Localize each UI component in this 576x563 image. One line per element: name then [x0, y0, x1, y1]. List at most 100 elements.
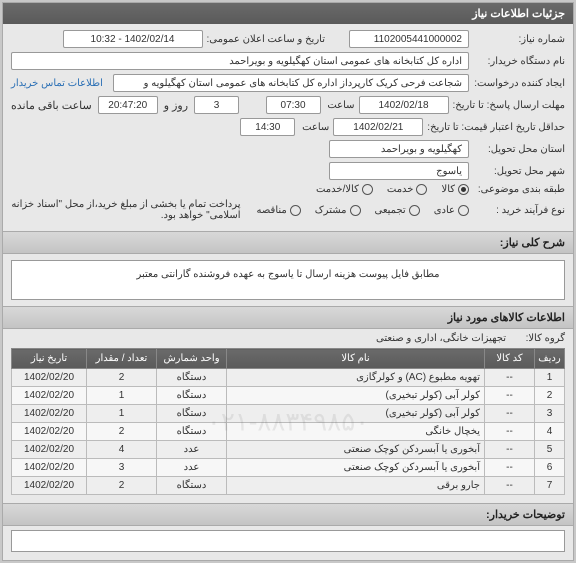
process-option[interactable]: عادی — [434, 205, 469, 216]
grouping-option[interactable]: کالا/خدمت — [316, 184, 373, 195]
cell: -- — [485, 441, 535, 459]
cell: 2 — [535, 387, 565, 405]
notes-box[interactable] — [11, 530, 565, 552]
field-req-no: 1102005441000002 — [349, 30, 469, 48]
table-row: 5--آبخوری یا آبسردکن کوچک صنعتیعدد41402/… — [12, 441, 565, 459]
radio-icon[interactable] — [416, 184, 427, 195]
cell: 1402/02/20 — [12, 405, 87, 423]
cell: -- — [485, 477, 535, 495]
process-radios: عادی تجمیعی مشترک مناقصه — [257, 205, 470, 216]
label-validity: حداقل تاریخ اعتبار قیمت: تا تاریخ: — [427, 122, 565, 133]
cell: 1 — [87, 405, 157, 423]
countdown-days: 3 — [194, 96, 239, 114]
label-creator: ایجاد کننده درخواست: — [473, 78, 565, 89]
cell: دستگاه — [157, 369, 227, 387]
radio-label: مناقصه — [257, 205, 287, 216]
items-table: ردیفکد کالانام کالاواحد شمارشتعداد / مقد… — [11, 348, 565, 495]
cell: -- — [485, 423, 535, 441]
table-row: 4--یخچال خانگیدستگاه21402/02/20 — [12, 423, 565, 441]
radio-icon[interactable] — [350, 205, 361, 216]
field-creator: شجاعت فرحی کریک کارپرداز اداره کل کتابخا… — [113, 74, 469, 92]
radio-icon[interactable] — [458, 184, 469, 195]
cell: 4 — [87, 441, 157, 459]
label-city: شهر محل تحویل: — [473, 166, 565, 177]
label-process: نوع فرآیند خرید : — [473, 205, 565, 216]
cell: دستگاه — [157, 387, 227, 405]
col-header: تاریخ نیاز — [12, 349, 87, 369]
process-option[interactable]: مناقصه — [257, 205, 301, 216]
label-group: گروه کالا: — [510, 333, 565, 344]
label-day-and: روز و — [164, 99, 188, 112]
cell: 2 — [87, 477, 157, 495]
cell: 1402/02/20 — [12, 441, 87, 459]
cell: یخچال خانگی — [227, 423, 485, 441]
label-province: استان محل تحویل: — [473, 144, 565, 155]
radio-icon[interactable] — [290, 205, 301, 216]
radio-icon[interactable] — [362, 184, 373, 195]
label-grouping: طبقه بندی موضوعی: — [473, 184, 565, 195]
process-option[interactable]: تجمیعی — [375, 205, 420, 216]
field-validity-date: 1402/02/21 — [333, 118, 423, 136]
label-publish: تاریخ و ساعت اعلان عمومی: — [207, 34, 326, 45]
cell: 3 — [87, 459, 157, 477]
cell: -- — [485, 369, 535, 387]
col-header: واحد شمارش — [157, 349, 227, 369]
cell: عدد — [157, 441, 227, 459]
panel-title: جزئیات اطلاعات نیاز — [3, 3, 573, 24]
pay-note: پرداخت تمام یا بخشی از مبلغ خرید،از محل … — [11, 199, 241, 221]
field-deadline-time: 07:30 — [266, 96, 321, 114]
details-panel: جزئیات اطلاعات نیاز شماره نیاز: 11020054… — [2, 2, 574, 561]
radio-label: عادی — [434, 205, 455, 216]
cell: 1402/02/20 — [12, 387, 87, 405]
radio-label: تجمیعی — [375, 205, 406, 216]
contact-link[interactable]: اطلاعات تماس خریدار — [11, 78, 103, 89]
form-body: شماره نیاز: 1102005441000002 تاریخ و ساع… — [3, 24, 573, 231]
cell: 1 — [87, 387, 157, 405]
cell: 4 — [535, 423, 565, 441]
radio-label: خدمت — [387, 184, 414, 195]
cell: 7 — [535, 477, 565, 495]
cell: عدد — [157, 459, 227, 477]
field-org: اداره کل کتابخانه های عمومی استان کهگیلو… — [11, 52, 469, 70]
section-desc-title: شرح کلی نیاز: — [3, 231, 573, 254]
col-header: کد کالا — [485, 349, 535, 369]
cell: 2 — [87, 423, 157, 441]
radio-icon[interactable] — [458, 205, 469, 216]
cell: جارو برقی — [227, 477, 485, 495]
field-validity-time: 14:30 — [240, 118, 295, 136]
cell: آبخوری یا آبسردکن کوچک صنعتی — [227, 441, 485, 459]
cell: 6 — [535, 459, 565, 477]
label-deadline: مهلت ارسال پاسخ: تا تاریخ: — [453, 100, 565, 111]
desc-box: مطابق فایل پیوست هزینه ارسال تا یاسوج به… — [11, 260, 565, 300]
col-header: تعداد / مقدار — [87, 349, 157, 369]
label-org: نام دستگاه خریدار: — [473, 56, 565, 67]
grouping-option[interactable]: کالا — [441, 184, 469, 195]
cell: دستگاه — [157, 405, 227, 423]
field-deadline-date: 1402/02/18 — [359, 96, 449, 114]
cell: 1402/02/20 — [12, 459, 87, 477]
grouping-option[interactable]: خدمت — [387, 184, 428, 195]
label-time-2: ساعت — [299, 122, 329, 133]
cell: آبخوری یا آبسردکن کوچک صنعتی — [227, 459, 485, 477]
label-time-1: ساعت — [325, 100, 355, 111]
cell: کولر آبی (کولر تبخیری) — [227, 405, 485, 423]
cell: کولر آبی (کولر تبخیری) — [227, 387, 485, 405]
col-header: نام کالا — [227, 349, 485, 369]
radio-label: مشترک — [315, 205, 347, 216]
cell: دستگاه — [157, 423, 227, 441]
cell: دستگاه — [157, 477, 227, 495]
process-option[interactable]: مشترک — [315, 205, 361, 216]
table-row: 1--تهویه مطبوع (AC) و کولرگازیدستگاه2140… — [12, 369, 565, 387]
cell: 1 — [535, 369, 565, 387]
countdown-time: 20:47:20 — [98, 96, 158, 114]
countdown: 3 روز و 20:47:20 ساعت باقی مانده — [11, 96, 239, 114]
radio-icon[interactable] — [409, 205, 420, 216]
section-items-title: اطلاعات کالاهای مورد نیاز — [3, 306, 573, 329]
cell: 5 — [535, 441, 565, 459]
table-row: 2--کولر آبی (کولر تبخیری)دستگاه11402/02/… — [12, 387, 565, 405]
cell: -- — [485, 405, 535, 423]
group-value: تجهیزات خانگی، اداری و صنعتی — [376, 333, 506, 344]
radio-label: کالا/خدمت — [316, 184, 359, 195]
table-row: 6--آبخوری یا آبسردکن کوچک صنعتیعدد31402/… — [12, 459, 565, 477]
col-header: ردیف — [535, 349, 565, 369]
